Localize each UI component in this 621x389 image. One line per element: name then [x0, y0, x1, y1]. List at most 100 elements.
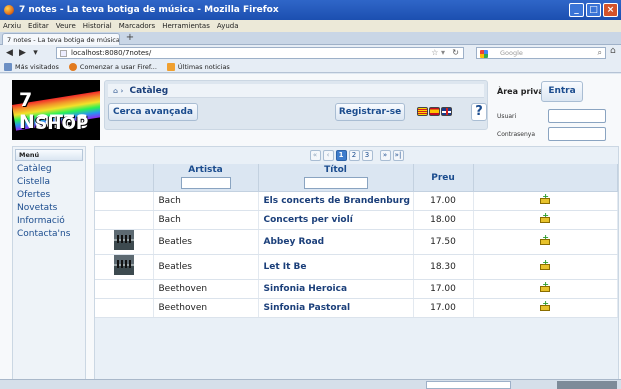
bookmark-latest-news[interactable]: Últimas noticias: [166, 62, 230, 71]
tab-7notes[interactable]: 7 notes - La teva botiga de música: [2, 33, 120, 45]
add-to-cart-icon[interactable]: +: [539, 258, 551, 272]
menu-historial[interactable]: Historial: [83, 22, 112, 30]
catalan-flag-icon[interactable]: [417, 107, 428, 116]
help-button[interactable]: ?: [471, 103, 487, 121]
add-to-cart-icon[interactable]: +: [539, 233, 551, 247]
table-row[interactable]: Beatles Abbey Road 17.50 +: [95, 229, 618, 255]
login-button[interactable]: Entra: [541, 81, 583, 102]
home-icon[interactable]: ⌂: [610, 46, 616, 56]
add-to-cart-icon[interactable]: +: [539, 192, 551, 206]
price-header-label[interactable]: Preu: [414, 173, 473, 183]
title-link[interactable]: Els concerts de Brandenburg: [258, 191, 414, 211]
menu-herramientas[interactable]: Herramientas: [162, 22, 210, 30]
add-to-cart-cell: +: [473, 229, 618, 255]
page-1-button[interactable]: 1: [335, 149, 347, 161]
status-search-field[interactable]: [426, 381, 511, 389]
pagination: « ‹ 1 2 3 » »|: [95, 147, 618, 163]
table-row[interactable]: Bach Els concerts de Brandenburg 17.00 +: [95, 191, 618, 211]
album-cover-cell: [95, 229, 154, 255]
bookmark-most-visited[interactable]: Más visitados: [4, 62, 59, 71]
private-area: Àrea privada Entra Usuari Contrasenya: [494, 80, 614, 142]
new-tab-button[interactable]: +: [123, 33, 137, 44]
add-to-cart-icon[interactable]: +: [539, 299, 551, 313]
english-flag-icon[interactable]: [441, 107, 452, 116]
title-filter-input[interactable]: [303, 177, 368, 189]
sidebar-item-informacio[interactable]: Informació: [13, 215, 85, 228]
first-page-button[interactable]: «: [309, 149, 321, 161]
search-icon[interactable]: ⌕: [598, 48, 602, 58]
sidebar-menu: Menú Catàleg Cistella Ofertes Novetats I…: [12, 146, 86, 382]
add-to-cart-icon[interactable]: +: [539, 280, 551, 294]
tab-strip: 7 notes - La teva botiga de música +: [0, 32, 621, 45]
bookmark-label: Comenzar a usar Firef...: [79, 62, 157, 71]
site-logo[interactable]: 7 NOTES SHOP: [12, 80, 100, 140]
catalog-panel: « ‹ 1 2 3 » »| Artista Títol Preu Bach E…: [94, 146, 619, 382]
firefox-icon: [68, 62, 77, 71]
title-link[interactable]: Let It Be: [258, 254, 414, 280]
username-input[interactable]: [548, 109, 606, 123]
back-arrow-icon[interactable]: ◀: [3, 47, 16, 59]
search-box[interactable]: Google ⌕: [476, 47, 606, 59]
url-bar[interactable]: localhost:8080/7notes/ ☆ ▾ ↻: [56, 47, 464, 59]
menu-marcadors[interactable]: Marcadors: [119, 22, 155, 30]
artist-filter-input[interactable]: [180, 177, 231, 189]
basket-icon: [540, 304, 551, 311]
web-page: 7 NOTES SHOP ⌂ › Catàleg Cerca avançada …: [0, 74, 621, 382]
album-cover-thumbnail[interactable]: [113, 255, 134, 275]
spanish-flag-icon[interactable]: [429, 107, 440, 116]
bookmark-star-icon[interactable]: ☆ ▾: [431, 48, 445, 57]
header-bar: ⌂ › Catàleg Cerca avançada Registrar-se …: [104, 80, 488, 130]
sidebar-item-novetats[interactable]: Novetats: [13, 202, 85, 215]
menu-ayuda[interactable]: Ayuda: [217, 22, 239, 30]
table-row[interactable]: Beethoven Sinfonia Heroica 17.00 +: [95, 279, 618, 299]
next-page-button[interactable]: »: [379, 149, 391, 161]
title-link[interactable]: Abbey Road: [258, 229, 414, 255]
password-input[interactable]: [548, 127, 606, 141]
page-2-button[interactable]: 2: [348, 149, 360, 161]
title-link[interactable]: Sinfonia Heroica: [258, 279, 414, 299]
title-link[interactable]: Concerts per violí: [258, 210, 414, 230]
forward-arrow-icon[interactable]: ▶: [16, 47, 29, 59]
album-cover-thumbnail[interactable]: [113, 230, 134, 250]
home-icon[interactable]: ⌂ ›: [113, 87, 123, 95]
table-row[interactable]: Bach Concerts per violí 18.00 +: [95, 210, 618, 230]
last-page-button[interactable]: »|: [392, 149, 404, 161]
minimize-button[interactable]: _: [569, 3, 584, 17]
price-cell: 17.00: [413, 298, 474, 318]
register-button[interactable]: Registrar-se: [335, 103, 405, 121]
add-to-cart-icon[interactable]: +: [539, 211, 551, 225]
language-selector: [417, 107, 452, 116]
table-row[interactable]: Beethoven Sinfonia Pastoral 17.00 +: [95, 298, 618, 318]
album-cover-cell: [95, 298, 154, 318]
artist-header-label[interactable]: Artista: [188, 165, 223, 175]
sidebar-heading: Menú: [15, 149, 83, 161]
artist-cell: Beatles: [153, 254, 259, 280]
rss-feed-icon: [166, 62, 175, 71]
sidebar-item-cataleg[interactable]: Catàleg: [13, 163, 85, 176]
title-link[interactable]: Sinfonia Pastoral: [258, 298, 414, 318]
status-bar-controls[interactable]: [557, 381, 617, 389]
add-to-cart-cell: +: [473, 191, 618, 211]
menu-editar[interactable]: Editar: [28, 22, 49, 30]
maximize-button[interactable]: □: [586, 3, 601, 17]
reload-icon[interactable]: ↻: [452, 48, 459, 57]
bookmark-getting-started[interactable]: Comenzar a usar Firef...: [68, 62, 157, 71]
sidebar-item-ofertes[interactable]: Ofertes: [13, 189, 85, 202]
sidebar-item-cistella[interactable]: Cistella: [13, 176, 85, 189]
sidebar-item-contacta[interactable]: Contacta'ns: [13, 228, 85, 241]
price-cell: 17.00: [413, 279, 474, 299]
artist-column-header: Artista: [153, 164, 259, 192]
history-dropdown-icon[interactable]: ▾: [29, 47, 42, 59]
menu-arxiu[interactable]: Arxiu: [3, 22, 21, 30]
title-header-label[interactable]: Títol: [324, 165, 347, 175]
advanced-search-button[interactable]: Cerca avançada: [108, 103, 198, 121]
google-engine-icon[interactable]: [480, 50, 488, 58]
page-3-button[interactable]: 3: [361, 149, 373, 161]
price-cell: 17.50: [413, 229, 474, 255]
close-window-button[interactable]: ×: [603, 3, 618, 17]
menu-veure[interactable]: Veure: [56, 22, 76, 30]
album-cover-cell: [95, 279, 154, 299]
page-favicon: [60, 50, 67, 57]
table-row[interactable]: Beatles Let It Be 18.30 +: [95, 254, 618, 280]
prev-page-button[interactable]: ‹: [322, 149, 334, 161]
